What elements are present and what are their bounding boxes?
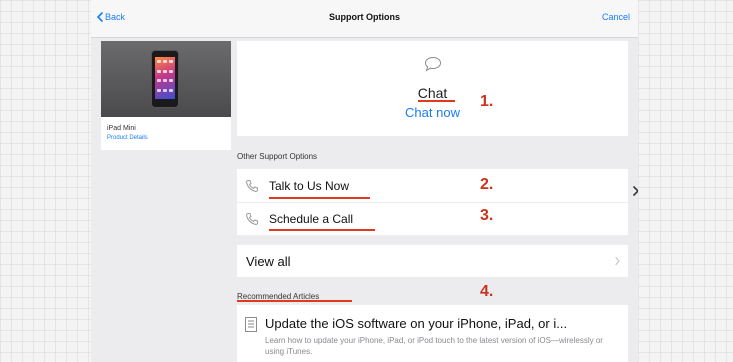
navigation-bar: Back Support Options Cancel — [91, 0, 638, 38]
product-image — [101, 41, 231, 117]
annotation-underline-articles — [237, 300, 352, 302]
ipad-screen: Back Support Options Cancel iPad Mini Pr… — [91, 0, 638, 362]
chat-title: Chat — [417, 85, 448, 101]
annotation-underline-talk — [269, 197, 370, 199]
annotation-marker-3: 3. — [480, 207, 494, 224]
product-details-link[interactable]: Product Details — [107, 135, 148, 141]
chevron-right-icon — [615, 256, 620, 266]
annotation-marker-1: 1. — [480, 93, 494, 110]
talk-to-us-now-label: Talk to Us Now — [269, 178, 350, 193]
ipad-device-image — [151, 50, 179, 108]
annotation-marker-4: 4. — [480, 283, 494, 300]
chat-bubble-icon — [424, 56, 442, 72]
page-title: Support Options — [329, 12, 400, 22]
article-title: Update the iOS software on your iPhone, … — [265, 316, 568, 331]
chat-now-link[interactable]: Chat now — [237, 105, 628, 120]
view-all-label: View all — [246, 253, 291, 269]
chevron-right-icon — [633, 186, 638, 196]
schedule-a-call-label: Schedule a Call — [269, 212, 354, 226]
product-name: iPad Mini — [107, 125, 136, 132]
article-list-item[interactable]: Update the iOS software on your iPhone, … — [237, 305, 628, 362]
phone-icon — [246, 179, 258, 192]
annotation-marker-2: 2. — [480, 176, 494, 193]
article-description: Learn how to update your iPhone, iPad, o… — [265, 336, 603, 356]
view-all-row[interactable]: View all — [237, 245, 628, 277]
annotation-underline-schedule — [269, 229, 375, 231]
product-card: iPad Mini Product Details — [101, 41, 231, 150]
cancel-button[interactable]: Cancel — [602, 12, 630, 22]
document-icon — [245, 317, 257, 332]
other-support-options-header: Other Support Options — [237, 152, 318, 161]
chat-card[interactable]: Chat Chat now — [237, 41, 628, 136]
annotation-underline-chat — [418, 100, 455, 102]
phone-icon — [246, 213, 258, 225]
